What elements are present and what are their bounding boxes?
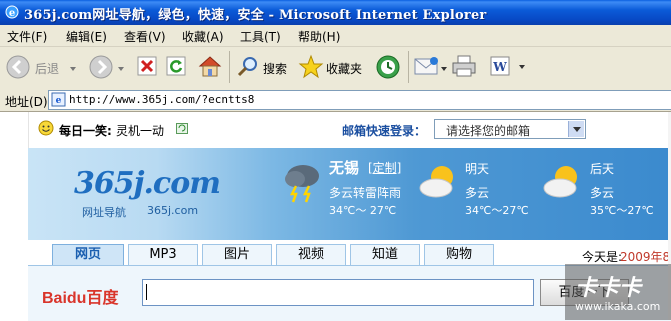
svg-text:e: e bbox=[56, 96, 62, 106]
svg-text:e: e bbox=[9, 8, 15, 19]
back-arrow-icon bbox=[6, 55, 30, 79]
page-icon: e bbox=[51, 92, 66, 107]
tab-images[interactable]: 图片 bbox=[202, 244, 272, 265]
tab-shopping[interactable]: 购物 bbox=[424, 244, 494, 265]
menu-bar: 文件(F) 编辑(E) 查看(V) 收藏(A) 工具(T) 帮助(H) bbox=[0, 25, 671, 47]
text-cursor bbox=[146, 284, 147, 300]
weather-tomorrow-desc: 多云 bbox=[465, 186, 490, 200]
header-banner: 365j.com 网址导航 365j.com 无锡 [定制] 多云转雷阵雨 34… bbox=[28, 148, 671, 240]
home-icon[interactable] bbox=[197, 54, 223, 78]
refresh-joke-icon[interactable] bbox=[176, 123, 188, 134]
date-value: 2009年8, bbox=[620, 250, 671, 264]
svg-text:W: W bbox=[492, 60, 507, 74]
address-url: http://www.365j.com/?ecntts8 bbox=[69, 93, 255, 106]
weather-after-label: 后天 bbox=[590, 162, 615, 176]
mail-select-value: 请选择您的邮箱 bbox=[446, 124, 531, 138]
edit-word-icon[interactable]: W bbox=[490, 56, 510, 76]
left-frame bbox=[0, 112, 29, 320]
favorites-label: 收藏夹 bbox=[326, 62, 363, 76]
menu-favorites[interactable]: 收藏(A) bbox=[182, 28, 224, 45]
mail-login-label: 邮箱快速登录： bbox=[342, 124, 427, 138]
select-arrow-button[interactable] bbox=[568, 121, 584, 137]
back-button[interactable]: 后退 bbox=[6, 53, 68, 83]
watermark-text: 卡卡卡 bbox=[575, 276, 642, 301]
tab-web[interactable]: 网页 bbox=[52, 244, 124, 265]
daily-joke-prefix: 每日一笑: bbox=[59, 124, 112, 138]
back-dropdown-icon[interactable] bbox=[70, 67, 76, 71]
address-input[interactable]: e http://www.365j.com/?ecntts8 bbox=[48, 90, 671, 110]
weather-tomorrow-temp: 34℃～27℃ bbox=[465, 204, 529, 217]
toolbar-divider bbox=[408, 51, 409, 83]
magnifier-icon bbox=[237, 57, 257, 77]
search-toolbar-button[interactable]: 搜索 bbox=[236, 53, 294, 83]
ie-icon: e bbox=[5, 5, 19, 19]
date-prefix: 今天是: bbox=[582, 250, 623, 264]
tab-video[interactable]: 视频 bbox=[276, 244, 346, 265]
search-input[interactable] bbox=[142, 279, 534, 306]
smiley-icon bbox=[38, 120, 54, 136]
address-label: 地址(D) bbox=[5, 95, 48, 109]
menu-tools[interactable]: 工具(T) bbox=[240, 28, 281, 45]
logo-subtitle: 网址导航 bbox=[82, 206, 126, 219]
favorites-toolbar-button[interactable]: 收藏夹 bbox=[298, 53, 366, 83]
menu-help[interactable]: 帮助(H) bbox=[298, 28, 340, 45]
partly-cloudy-icon bbox=[543, 166, 577, 198]
back-label: 后退 bbox=[35, 62, 60, 76]
history-icon[interactable] bbox=[375, 54, 401, 80]
search-tabs: 网页 MP3 图片 视频 知道 购物 今天是: 2009年8, bbox=[28, 240, 671, 265]
toolbar: 后退 搜索 收藏夹 W bbox=[0, 47, 671, 90]
weather-tomorrow-label: 明天 bbox=[465, 162, 490, 176]
printer-icon[interactable] bbox=[451, 54, 477, 78]
weather-after-temp: 35℃～27℃ bbox=[590, 204, 654, 217]
star-icon bbox=[298, 54, 324, 79]
logo-domain: 365j.com bbox=[147, 204, 199, 217]
window-title-bar[interactable]: e 365j.com网址导航，绿色，快速，安全 - Microsoft Inte… bbox=[0, 0, 671, 25]
watermark-url: www.ikaka.com bbox=[575, 300, 661, 313]
mail-icon[interactable] bbox=[414, 56, 440, 76]
baidu-logo[interactable]: Baidu百度 bbox=[42, 284, 118, 308]
toolbar-divider bbox=[229, 51, 230, 83]
forward-arrow-icon[interactable] bbox=[89, 55, 113, 79]
weather-today-temp: 34℃～ 27℃ bbox=[329, 204, 397, 217]
forward-dropdown-icon[interactable] bbox=[118, 67, 124, 71]
chevron-down-icon bbox=[573, 127, 581, 132]
menu-edit[interactable]: 编辑(E) bbox=[66, 28, 107, 45]
edit-dropdown-icon[interactable] bbox=[519, 65, 525, 69]
daily-joke-link[interactable]: 灵机一动 bbox=[116, 122, 164, 139]
mail-select[interactable]: 请选择您的邮箱 bbox=[434, 119, 586, 139]
thunderstorm-icon bbox=[285, 165, 319, 203]
weather-customize-link[interactable]: [定制] bbox=[368, 159, 401, 176]
tab-zhidao[interactable]: 知道 bbox=[350, 244, 420, 265]
partly-cloudy-icon bbox=[419, 166, 453, 198]
window-title: 365j.com网址导航，绿色，快速，安全 - Microsoft Intern… bbox=[24, 8, 487, 23]
tab-mp3[interactable]: MP3 bbox=[128, 244, 198, 265]
baidu-logo-text: Baidu百度 bbox=[42, 290, 119, 307]
address-bar: 地址(D) e http://www.365j.com/?ecntts8 bbox=[0, 89, 671, 112]
menu-view[interactable]: 查看(V) bbox=[124, 28, 166, 45]
menu-file[interactable]: 文件(F) bbox=[7, 28, 47, 45]
site-logo[interactable]: 365j.com 网址导航 365j.com bbox=[74, 166, 221, 219]
logo-text: 365j.com bbox=[74, 166, 221, 201]
weather-today-desc: 多云转雷阵雨 bbox=[329, 186, 402, 200]
weather-after-desc: 多云 bbox=[590, 186, 615, 200]
refresh-icon[interactable] bbox=[166, 56, 186, 76]
search-label: 搜索 bbox=[263, 62, 288, 76]
stop-icon[interactable] bbox=[137, 56, 157, 76]
watermark-badge: 卡卡卡 www.ikaka.com bbox=[565, 264, 671, 320]
weather-city: 无锡 bbox=[329, 159, 360, 177]
mail-dropdown-icon[interactable] bbox=[441, 67, 447, 71]
